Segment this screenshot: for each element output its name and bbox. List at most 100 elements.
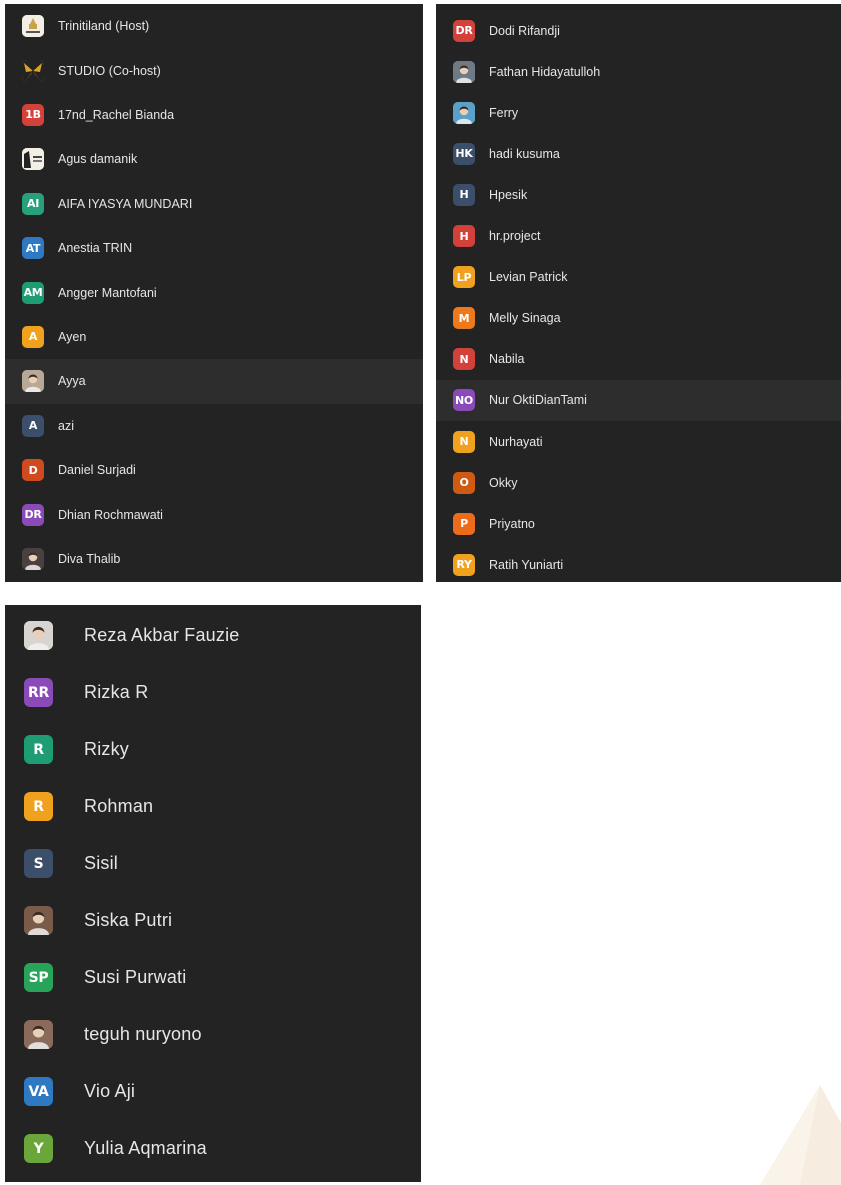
participants-panel-3[interactable]: Reza Akbar Fauzie RR Rizka R R Rizky R Rohman S… — [5, 605, 421, 1182]
avatar-initials: AM — [22, 281, 44, 304]
participant-name: Dodi Rifandji — [489, 23, 560, 38]
participant-row-nabila[interactable]: N Nabila — [436, 339, 841, 380]
participant-row-rizka-r[interactable]: RR Rizka R — [5, 664, 421, 721]
participant-name: Dhian Rochmawati — [58, 507, 163, 522]
participant-row-ferry[interactable]: Ferry — [436, 92, 841, 133]
avatar-initials: AI — [22, 192, 44, 215]
participant-row-dodi-rifandji[interactable]: DR Dodi Rifandji — [436, 10, 841, 51]
avatar-initials: N — [453, 430, 475, 453]
avatar-initials: LP — [453, 266, 475, 289]
avatar-initials: R — [24, 735, 53, 764]
participant-row-agus-damanik[interactable]: Agus damanik — [5, 137, 423, 181]
participant-name: STUDIO (Co-host) — [58, 63, 161, 78]
participant-row-aifa-iyasya-mundari[interactable]: AI AIFA IYASYA MUNDARI — [5, 182, 423, 226]
trinity-logo-icon — [22, 15, 44, 38]
avatar-initials: O — [453, 471, 475, 494]
participant-row-teguh-nuryono[interactable]: teguh nuryono — [5, 1006, 421, 1063]
avatar-initials: DR — [453, 19, 475, 42]
participant-name: Rizka R — [84, 682, 149, 702]
participant-row-melly-sinaga[interactable]: M Melly Sinaga — [436, 298, 841, 339]
avatar-initials: P — [453, 512, 475, 535]
participant-row-17nd-rachel-bianda[interactable]: 1B 17nd_Rachel Bianda — [5, 93, 423, 137]
participant-row-susi-purwati[interactable]: SP Susi Purwati — [5, 949, 421, 1006]
participant-name: Okky — [489, 475, 518, 490]
participant-name: Anestia TRIN — [58, 241, 133, 256]
avatar-initials: NO — [453, 389, 475, 412]
participant-name: hr.project — [489, 229, 541, 244]
participant-row-trinitiland-host[interactable]: Trinitiland (Host) — [5, 4, 423, 48]
participant-row-hr-project[interactable]: Hhr.project — [436, 216, 841, 257]
participant-name: Sisil — [84, 853, 119, 873]
participant-row-fathan-hidayatulloh[interactable]: Fathan Hidayatulloh — [436, 51, 841, 92]
participant-row-ayen[interactable]: A Ayen — [5, 315, 423, 359]
participants-panel-1[interactable]: Trinitiland (Host) STUDIO (Co-host) 1B 17nd… — [5, 4, 423, 582]
avatar-initials: AT — [22, 237, 44, 260]
avatar-initials: HK — [453, 142, 475, 165]
participant-name: Nur OktiDianTami — [489, 393, 587, 408]
participant-name: Reza Akbar Fauzie — [84, 625, 240, 645]
participant-name: Yulia Aqmarina — [84, 1138, 207, 1158]
person-photo-icon — [453, 101, 475, 124]
participant-row-reza-akbar-fauzie[interactable]: Reza Akbar Fauzie — [5, 607, 421, 664]
avatar-initials: Y — [24, 1134, 53, 1163]
butterfly-icon — [22, 59, 44, 82]
participant-name: teguh nuryono — [84, 1024, 202, 1044]
participant-name: Ferry — [489, 105, 519, 120]
participants-panel-2[interactable]: DR Dodi Rifandji Fathan Hidayatulloh Ferry H… — [436, 4, 841, 582]
avatar-initials: N — [453, 348, 475, 371]
participant-name: Nurhayati — [489, 434, 543, 449]
avatar-initials: S — [24, 849, 53, 878]
participant-row-anestia-trin[interactable]: AT Anestia TRIN — [5, 226, 423, 270]
participant-row-nur-oktidiantami[interactable]: NO Nur OktiDianTami — [436, 379, 841, 421]
participant-row-siska-putri[interactable]: Siska Putri — [5, 892, 421, 949]
participant-name: azi — [58, 418, 74, 433]
person-photo-icon — [24, 906, 53, 935]
participant-row-rohman[interactable]: R Rohman — [5, 778, 421, 835]
participant-row-nurhayati[interactable]: N Nurhayati — [436, 421, 841, 462]
participant-row-azi[interactable]: Aazi — [5, 404, 423, 448]
watermark-triangle-decoration — [760, 1085, 841, 1185]
avatar-initials: RR — [24, 678, 53, 707]
avatar-initials: A — [22, 414, 44, 437]
person-photo-icon — [22, 370, 44, 393]
participant-row-diva-thalib[interactable]: Diva Thalib — [5, 537, 423, 581]
avatar-initials: 1B — [22, 103, 44, 126]
participant-name: Ratih Yuniarti — [489, 557, 564, 572]
participant-row-yulia-aqmarina[interactable]: Y Yulia Aqmarina — [5, 1120, 421, 1177]
avatar-initials: A — [22, 325, 44, 348]
participant-row-dhian-rochmawati[interactable]: DR Dhian Rochmawati — [5, 492, 423, 536]
participant-name: Priyatno — [489, 516, 535, 531]
participant-row-rizky[interactable]: R Rizky — [5, 721, 421, 778]
participant-name: Nabila — [489, 352, 525, 367]
avatar-initials: H — [453, 183, 475, 206]
participant-name: Agus damanik — [58, 152, 138, 167]
avatar-initials: RY — [453, 553, 475, 576]
trinity-land-logo-icon — [22, 148, 44, 171]
participant-name: Hpesik — [489, 187, 528, 202]
participant-row-priyatno[interactable]: P Priyatno — [436, 503, 841, 544]
avatar-initials: DR — [22, 503, 44, 526]
participant-name: 17nd_Rachel Bianda — [58, 107, 175, 122]
participant-name: Rizky — [84, 739, 129, 759]
participant-row-okky[interactable]: O Okky — [436, 462, 841, 503]
participant-row-ayya[interactable]: Ayya — [5, 359, 423, 404]
participant-row-daniel-surjadi[interactable]: D Daniel Surjadi — [5, 448, 423, 492]
participant-row-sisil[interactable]: S Sisil — [5, 835, 421, 892]
participant-name: Diva Thalib — [58, 551, 121, 566]
person-photo-icon — [22, 547, 44, 570]
participant-name: Rohman — [84, 796, 154, 816]
participant-row-hpesik[interactable]: H Hpesik — [436, 174, 841, 215]
participant-name: Trinitiland (Host) — [58, 19, 150, 34]
participant-row-vio-aji[interactable]: VA Vio Aji — [5, 1063, 421, 1120]
participant-row-levian-patrick[interactable]: LP Levian Patrick — [436, 257, 841, 298]
participant-row-studio-co-host[interactable]: STUDIO (Co-host) — [5, 48, 423, 92]
participant-name: Fathan Hidayatulloh — [489, 64, 601, 79]
participant-row-angger-mantofani[interactable]: AM Angger Mantofani — [5, 270, 423, 314]
person-photo-icon — [24, 621, 53, 650]
participant-row-hadi-kusuma[interactable]: HK hadi kusuma — [436, 133, 841, 174]
participant-name: Susi Purwati — [84, 967, 187, 987]
participant-name: Vio Aji — [84, 1081, 136, 1101]
avatar-initials: M — [453, 307, 475, 330]
participant-row-ratih-yuniarti[interactable]: RY Ratih Yuniarti — [436, 544, 841, 582]
participant-name: Melly Sinaga — [489, 311, 561, 326]
